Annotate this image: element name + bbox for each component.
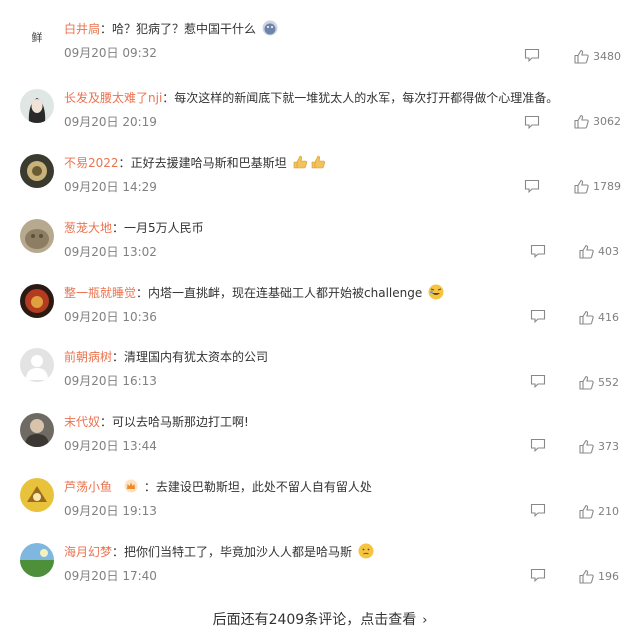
comment-item: 长发及腰太难了nji：每次这样的新闻底下就一堆犹太人的水军，每次打开都得做个心理… xyxy=(0,89,640,154)
like-count: 373 xyxy=(598,440,619,453)
reply-icon[interactable] xyxy=(530,568,546,582)
thumbs-up-icon xyxy=(574,49,589,64)
comment-text: 内塔一直挑衅，现在连基础工人都开始被challenge xyxy=(148,286,423,300)
colon: ： xyxy=(162,91,175,105)
comment-item: 海月幻梦：把你们当特工了，毕竟加沙人人都是哈马斯 09月20日 17:40 19… xyxy=(0,543,640,608)
svg-text:鲜: 鲜 xyxy=(32,30,43,44)
username[interactable]: 白井扃 xyxy=(64,22,100,36)
comment-item: 葱茏大地：一月5万人民币 09月20日 13:02 403 xyxy=(0,219,640,284)
thumbs-up-icon xyxy=(579,375,594,390)
like-count: 1789 xyxy=(593,180,621,193)
colon: ： xyxy=(112,545,125,559)
comment-item: 整一瓶就睡觉：内塔一直挑衅，现在连基础工人都开始被challenge 09月20… xyxy=(0,284,640,349)
reply-icon[interactable] xyxy=(524,115,540,129)
username[interactable]: 整一瓶就睡觉 xyxy=(64,286,136,300)
username[interactable]: 葱茏大地 xyxy=(64,221,112,235)
like-count: 552 xyxy=(598,376,619,389)
comment-time: 09月20日 17:40 xyxy=(64,569,157,583)
avatar[interactable] xyxy=(20,284,54,318)
colon: ： xyxy=(100,22,113,36)
like-count: 403 xyxy=(598,245,619,258)
avatar[interactable] xyxy=(20,154,54,188)
avatar[interactable] xyxy=(20,348,54,382)
thumbs-up-icon xyxy=(574,114,589,129)
more-comments-label: 后面还有2409条评论，点击查看 xyxy=(212,612,417,628)
like-count: 3480 xyxy=(593,50,621,63)
comment-time: 09月20日 20:19 xyxy=(64,115,157,129)
reply-icon[interactable] xyxy=(530,309,546,323)
username[interactable]: 末代奴 xyxy=(64,415,100,429)
comment-time: 09月20日 09:32 xyxy=(64,46,157,60)
comment-item: 不易2022：正好去援建哈马斯和巴基斯坦 09月20日 14:29 1789 xyxy=(0,154,640,219)
thinking-emoji-icon xyxy=(358,543,374,559)
reply-icon[interactable] xyxy=(524,48,540,62)
crown-badge-icon xyxy=(124,479,138,493)
colon: ： xyxy=(143,480,156,494)
comment-text: 每次这样的新闻底下就一堆犹太人的水军，每次打开都得做个心理准备。 xyxy=(174,91,559,105)
comment-item: 芦荡小鱼 ：去建设巴勒斯坦，此处不留人自有留人处 09月20日 19:13 21… xyxy=(0,478,640,543)
colon: ： xyxy=(112,221,125,235)
reply-icon[interactable] xyxy=(530,374,546,388)
username[interactable]: 海月幻梦 xyxy=(64,545,112,559)
comment-text: 一月5万人民币 xyxy=(124,221,204,235)
like-count: 416 xyxy=(598,311,619,324)
thumbs-up-icon xyxy=(579,439,594,454)
thumbs-up-emoji-icon xyxy=(294,155,308,169)
comment-time: 09月20日 13:44 xyxy=(64,439,157,453)
avatar[interactable] xyxy=(20,89,54,123)
thumbs-up-emoji-icon xyxy=(312,155,326,169)
thumbs-up-icon xyxy=(579,504,594,519)
comment-item: 鲜 白井扃：哈？犯病了？惹中国干什么 09月20日 09:32 3480 xyxy=(0,19,640,85)
thumbs-up-icon xyxy=(579,569,594,584)
comment-time: 09月20日 14:29 xyxy=(64,180,157,194)
avatar[interactable] xyxy=(20,219,54,253)
comment-item: 末代奴：可以去哈马斯那边打工啊! 09月20日 13:44 373 xyxy=(0,413,640,478)
more-comments-link[interactable]: 后面还有2409条评论，点击查看 › xyxy=(213,612,428,628)
like-count: 196 xyxy=(598,570,619,583)
avatar[interactable] xyxy=(20,478,54,512)
comment-text: 把你们当特工了，毕竟加沙人人都是哈马斯 xyxy=(124,545,353,559)
avatar[interactable] xyxy=(20,413,54,447)
thumbs-up-icon xyxy=(574,179,589,194)
username[interactable]: 芦荡小鱼 xyxy=(64,480,112,494)
username[interactable]: 长发及腰太难了nji xyxy=(64,91,162,105)
comment-time: 09月20日 10:36 xyxy=(64,310,157,324)
reply-icon[interactable] xyxy=(524,179,540,193)
comment-text: 哈？犯病了？惹中国干什么 xyxy=(112,22,257,36)
more-comments: 后面还有2409条评论，点击查看 › xyxy=(0,609,640,629)
comment-time: 09月20日 13:02 xyxy=(64,245,157,259)
reply-icon[interactable] xyxy=(530,244,546,258)
comment-text: 去建设巴勒斯坦，此处不留人自有留人处 xyxy=(155,480,372,494)
comment-time: 09月20日 16:13 xyxy=(64,374,157,388)
comment-text: 可以去哈马斯那边打工啊! xyxy=(112,415,249,429)
laughing-emoji-icon xyxy=(428,284,444,300)
avatar[interactable]: 鲜 xyxy=(20,19,54,53)
chevron-right-icon: › xyxy=(422,613,428,628)
colon: ： xyxy=(100,415,113,429)
comment-text: 正好去援建哈马斯和巴基斯坦 xyxy=(130,156,287,170)
colon: ： xyxy=(112,350,125,364)
avatar[interactable] xyxy=(20,543,54,577)
thumbs-up-icon xyxy=(579,244,594,259)
reply-icon[interactable] xyxy=(530,438,546,452)
comment-time: 09月20日 19:13 xyxy=(64,504,157,518)
reply-icon[interactable] xyxy=(530,503,546,517)
thumbs-up-icon xyxy=(579,310,594,325)
colon: ： xyxy=(136,286,149,300)
sad-face-emoji-icon xyxy=(262,20,278,36)
colon: ： xyxy=(118,156,131,170)
like-count: 210 xyxy=(598,505,619,518)
comment-item: 前朝病树：清理国内有犹太资本的公司 09月20日 16:13 552 xyxy=(0,348,640,413)
like-count: 3062 xyxy=(593,115,621,128)
username[interactable]: 不易2022 xyxy=(64,156,119,170)
comment-text: 清理国内有犹太资本的公司 xyxy=(124,350,269,364)
username[interactable]: 前朝病树 xyxy=(64,350,112,364)
